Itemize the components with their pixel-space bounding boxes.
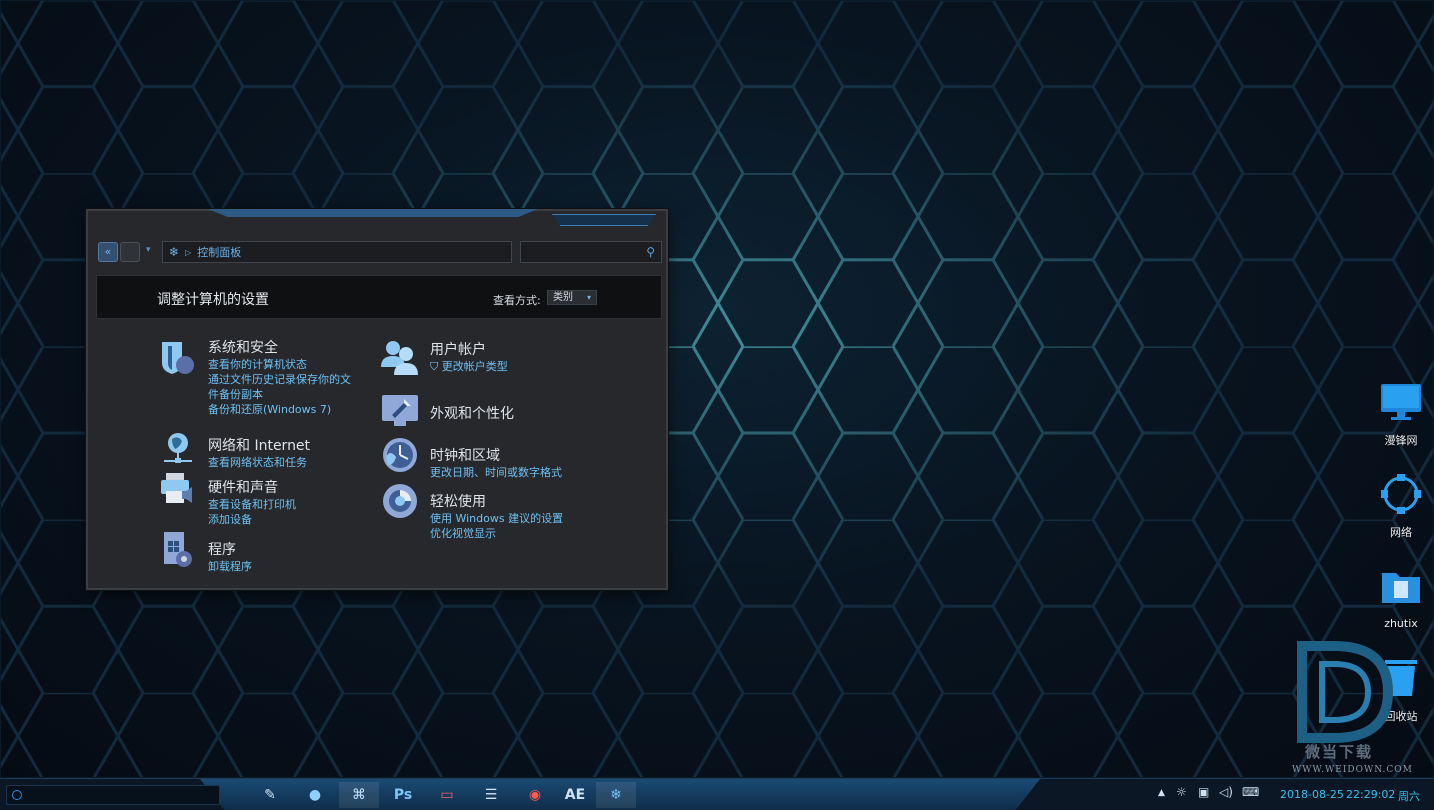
taskbar-app-photoshop[interactable]: Ps xyxy=(383,782,423,808)
network-tray-icon[interactable]: ▣ xyxy=(1198,785,1209,799)
taskbar: ✎ ● ⌘ Ps ▭ ☰ ◉ AE ❄ ▲ ☼ ▣ ◁) ⌨ 2018-08-2… xyxy=(0,778,1434,810)
monitor-icon: ▭ xyxy=(440,787,454,803)
link-uninstall-program[interactable]: 卸载程序 xyxy=(208,559,252,574)
taskbar-app-game[interactable]: ⌘ xyxy=(339,782,379,808)
category-title[interactable]: 外观和个性化 xyxy=(430,403,514,423)
desktop-icon-zhutix[interactable]: zhutix xyxy=(1371,565,1431,630)
desktop-icon-label: 网络 xyxy=(1390,526,1412,539)
link-windows-suggested-settings[interactable]: 使用 Windows 建议的设置 xyxy=(430,511,563,526)
navigation-bar: « ▾ ❄ ▷ 控制面板 ⚲ xyxy=(96,241,662,265)
programs-icon xyxy=(164,532,192,567)
taskbar-app-control-panel[interactable]: ❄ xyxy=(596,782,636,808)
computer-icon xyxy=(1381,384,1421,420)
volume-icon[interactable]: ◁) xyxy=(1219,785,1233,799)
taskbar-app-display[interactable]: ▭ xyxy=(427,782,467,808)
taskbar-app-after-effects[interactable]: AE xyxy=(555,782,595,808)
search-icon[interactable]: ⚲ xyxy=(646,245,655,259)
window-caption-button[interactable] xyxy=(552,214,656,226)
category-title[interactable]: 用户帐户 xyxy=(430,339,486,359)
chevron-down-icon: ▾ xyxy=(586,293,591,302)
taskbar-date[interactable]: 2018-08-25 xyxy=(1280,788,1344,801)
breadcrumb-arrow-icon[interactable]: ▷ xyxy=(185,248,191,257)
category-user-accounts: 用户帐户 ⛉ 更改帐户类型 xyxy=(380,337,580,383)
chat-icon: ● xyxy=(308,787,322,803)
view-by-select[interactable]: 类别 ▾ xyxy=(547,290,597,305)
notepad-icon: ☰ xyxy=(484,787,498,803)
personalization-icon xyxy=(382,395,418,426)
settings-icon: ❄ xyxy=(610,787,622,803)
network-icon xyxy=(1381,474,1421,514)
category-appearance: 外观和个性化 xyxy=(380,391,580,431)
shield-icon xyxy=(162,342,194,374)
firefox-icon: ◉ xyxy=(528,787,542,803)
control-panel-window: « ▾ ❄ ▷ 控制面板 ⚲ 调整计算机的设置 查看方式: 类别 ▾ 系统和安全 xyxy=(86,209,668,590)
show-hidden-icons-chevron[interactable]: ▲ xyxy=(1158,788,1165,798)
category-network: 网络和 Internet 查看网络状态和任务 xyxy=(158,427,358,469)
ease-of-access-icon xyxy=(383,484,417,518)
category-programs: 程序 卸载程序 xyxy=(158,529,358,573)
link-backup-restore[interactable]: 备份和还原(Windows 7) xyxy=(208,402,331,417)
photoshop-label: Ps xyxy=(393,787,413,803)
taskbar-app-pen[interactable]: ✎ xyxy=(250,782,290,808)
taskbar-app-chat[interactable]: ● xyxy=(295,782,335,808)
taskbar-app-firefox[interactable]: ◉ xyxy=(515,782,555,808)
categories-panel: 系统和安全 查看你的计算机状态 通过文件历史记录保存你的文 件备份副本 备份和还… xyxy=(88,325,666,588)
category-system-security: 系统和安全 查看你的计算机状态 通过文件历史记录保存你的文 件备份副本 备份和还… xyxy=(158,337,358,423)
globe-network-icon xyxy=(164,433,192,463)
watermark-text: 微当下载 xyxy=(1305,743,1374,761)
link-view-computer-status[interactable]: 查看你的计算机状态 xyxy=(208,357,307,372)
desktop-icon-manfeng[interactable]: 漫锋网 xyxy=(1371,380,1431,448)
link-file-history[interactable]: 通过文件历史记录保存你的文 xyxy=(208,372,351,387)
link-optimize-visual-display[interactable]: 优化视觉显示 xyxy=(430,526,496,541)
category-title[interactable]: 程序 xyxy=(208,539,236,559)
control-panel-icon: ❄ xyxy=(169,245,180,259)
keyboard-icon[interactable]: ⌨ xyxy=(1242,785,1259,799)
link-devices-printers[interactable]: 查看设备和打印机 xyxy=(208,497,296,512)
after-effects-label: AE xyxy=(564,787,586,803)
desktop-icon-label: zhutix xyxy=(1384,617,1418,630)
view-by-value: 类别 xyxy=(553,292,573,303)
gamepad-icon: ⌘ xyxy=(352,787,366,803)
category-title[interactable]: 轻松使用 xyxy=(430,491,486,511)
category-title[interactable]: 硬件和声音 xyxy=(208,477,278,497)
taskbar-search[interactable] xyxy=(6,785,220,805)
address-bar[interactable]: ❄ ▷ 控制面板 xyxy=(162,241,512,263)
pen-icon: ✎ xyxy=(264,787,276,803)
uac-shield-icon: ⛉ xyxy=(430,360,439,373)
link-change-account-type-label: 更改帐户类型 xyxy=(441,360,508,373)
page-header: 调整计算机的设置 查看方式: 类别 ▾ xyxy=(96,275,662,319)
window-top-frame xyxy=(208,209,538,217)
link-file-history-cont[interactable]: 件备份副本 xyxy=(208,387,263,402)
input-method-icon[interactable]: ☼ xyxy=(1176,785,1187,799)
category-ease-access: 轻松使用 使用 Windows 建议的设置 优化视觉显示 xyxy=(380,481,600,540)
category-hardware: 硬件和声音 查看设备和打印机 添加设备 xyxy=(158,469,358,526)
watermark-url: WWW.WEIDOWN.COM xyxy=(1292,765,1413,775)
breadcrumb-control-panel[interactable]: 控制面板 xyxy=(197,244,241,260)
link-network-status[interactable]: 查看网络状态和任务 xyxy=(208,455,307,470)
desktop-icon-label: 漫锋网 xyxy=(1384,434,1418,447)
desktop-icon-network[interactable]: 网络 xyxy=(1371,472,1431,540)
taskbar-time[interactable]: 22:29:02 xyxy=(1346,788,1395,801)
forward-button[interactable] xyxy=(120,242,140,262)
search-input[interactable]: ⚲ xyxy=(520,241,662,263)
view-by-label: 查看方式: xyxy=(493,294,541,307)
link-change-date-time[interactable]: 更改日期、时间或数字格式 xyxy=(430,465,562,480)
link-change-account-type[interactable]: ⛉ 更改帐户类型 xyxy=(430,359,508,374)
users-icon xyxy=(381,341,418,375)
cortana-icon xyxy=(12,790,22,800)
page-title: 调整计算机的设置 xyxy=(157,292,269,308)
category-clock-region: 时钟和区域 更改日期、时间或数字格式 xyxy=(380,435,600,479)
folder-icon xyxy=(1382,573,1420,603)
taskbar-app-notepad[interactable]: ☰ xyxy=(471,782,511,808)
category-title[interactable]: 系统和安全 xyxy=(208,337,278,357)
back-button[interactable]: « xyxy=(98,242,118,262)
taskbar-weekday[interactable]: 周六 xyxy=(1398,788,1420,804)
category-title[interactable]: 时钟和区域 xyxy=(430,445,500,465)
clock-icon xyxy=(383,438,417,472)
recent-locations-dropdown[interactable]: ▾ xyxy=(146,245,151,255)
printer-icon xyxy=(161,473,192,503)
category-title[interactable]: 网络和 Internet xyxy=(208,435,310,455)
link-add-device[interactable]: 添加设备 xyxy=(208,512,252,527)
